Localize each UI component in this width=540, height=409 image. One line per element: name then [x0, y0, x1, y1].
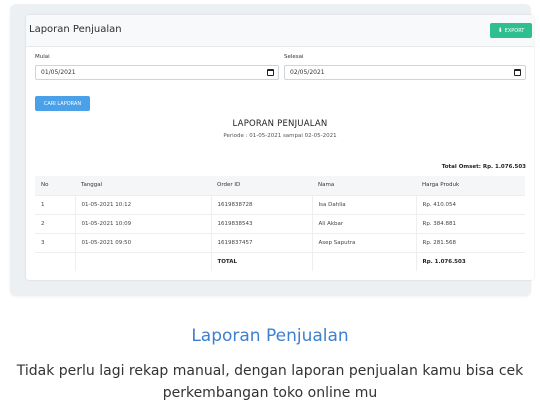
report-table: No Tanggal Order ID Nama Harga Produk 1 … [35, 176, 525, 271]
table-cell: 01-05-2021 09:50 [75, 232, 212, 252]
screenshot-frame: Laporan Penjualan ⬇ EXPORT Mulai 01/05/2… [10, 4, 534, 296]
table-cell: 1619838543 [211, 213, 313, 233]
column-header: Harga Produk [416, 176, 525, 195]
report-period: Periode : 01-05-2021 sampai 02-05-2021 [223, 133, 337, 139]
start-date-value: 01/05/2021 [41, 69, 76, 76]
export-button[interactable]: ⬇ EXPORT [490, 23, 532, 38]
table-row: 1 01-05-2021 10:12 1619838728 Isa Dahlia… [35, 194, 525, 214]
download-icon: ⬇ [497, 26, 503, 34]
table-total-row: TOTAL Rp. 1.076.503 [35, 251, 525, 271]
table-row: 2 01-05-2021 10:09 1619838543 Ali Akbar … [35, 213, 525, 233]
table-cell: Rp. 281.568 [416, 232, 525, 252]
table-cell: Isa Dahlia [312, 194, 417, 214]
column-header: No [35, 176, 75, 195]
feature-title: Laporan Penjualan [191, 326, 349, 346]
table-cell [312, 251, 417, 271]
table-cell: Rp. 410.054 [416, 194, 525, 214]
column-header: Order ID [211, 176, 312, 195]
total-value: Rp. 1.076.503 [416, 251, 525, 271]
end-date-value: 02/05/2021 [290, 69, 325, 76]
card-header: Laporan Penjualan ⬇ EXPORT [26, 15, 534, 47]
end-date-label: Selesai [284, 54, 304, 60]
column-header: Tanggal [75, 176, 211, 195]
search-report-button[interactable]: CARI LAPORAN [35, 96, 90, 111]
table-cell: Asep Saputra [312, 232, 417, 252]
total-omset: Total Omset: Rp. 1.076.503 [441, 164, 526, 170]
table-cell [35, 251, 76, 271]
table-cell: 01-05-2021 10:09 [75, 213, 212, 233]
table-row: 3 01-05-2021 09:50 1619837457 Asep Saput… [35, 232, 525, 252]
page-title: Laporan Penjualan [29, 24, 122, 35]
report-card: Laporan Penjualan ⬇ EXPORT Mulai 01/05/2… [26, 15, 534, 280]
table-cell: Ali Akbar [312, 213, 417, 233]
table-cell: Rp. 384.881 [416, 213, 525, 233]
table-header-row: No Tanggal Order ID Nama Harga Produk [35, 176, 525, 195]
calendar-icon[interactable] [267, 69, 274, 76]
table-cell: 3 [35, 232, 76, 252]
report-title: LAPORAN PENJUALAN [232, 119, 328, 129]
table-cell: 1619838728 [211, 194, 313, 214]
start-date-input[interactable]: 01/05/2021 [35, 65, 279, 80]
column-header: Nama [312, 176, 416, 195]
table-cell: 01-05-2021 10:12 [75, 194, 212, 214]
table-cell [75, 251, 212, 271]
calendar-icon[interactable] [514, 69, 521, 76]
table-cell: 1619837457 [211, 232, 313, 252]
feature-description: Tidak perlu lagi rekap manual, dengan la… [16, 363, 524, 401]
start-date-label: Mulai [35, 54, 50, 60]
total-label: TOTAL [211, 251, 313, 271]
table-cell: 1 [35, 194, 76, 214]
table-cell: 2 [35, 213, 76, 233]
end-date-input[interactable]: 02/05/2021 [284, 65, 526, 80]
export-label: EXPORT [504, 27, 525, 34]
